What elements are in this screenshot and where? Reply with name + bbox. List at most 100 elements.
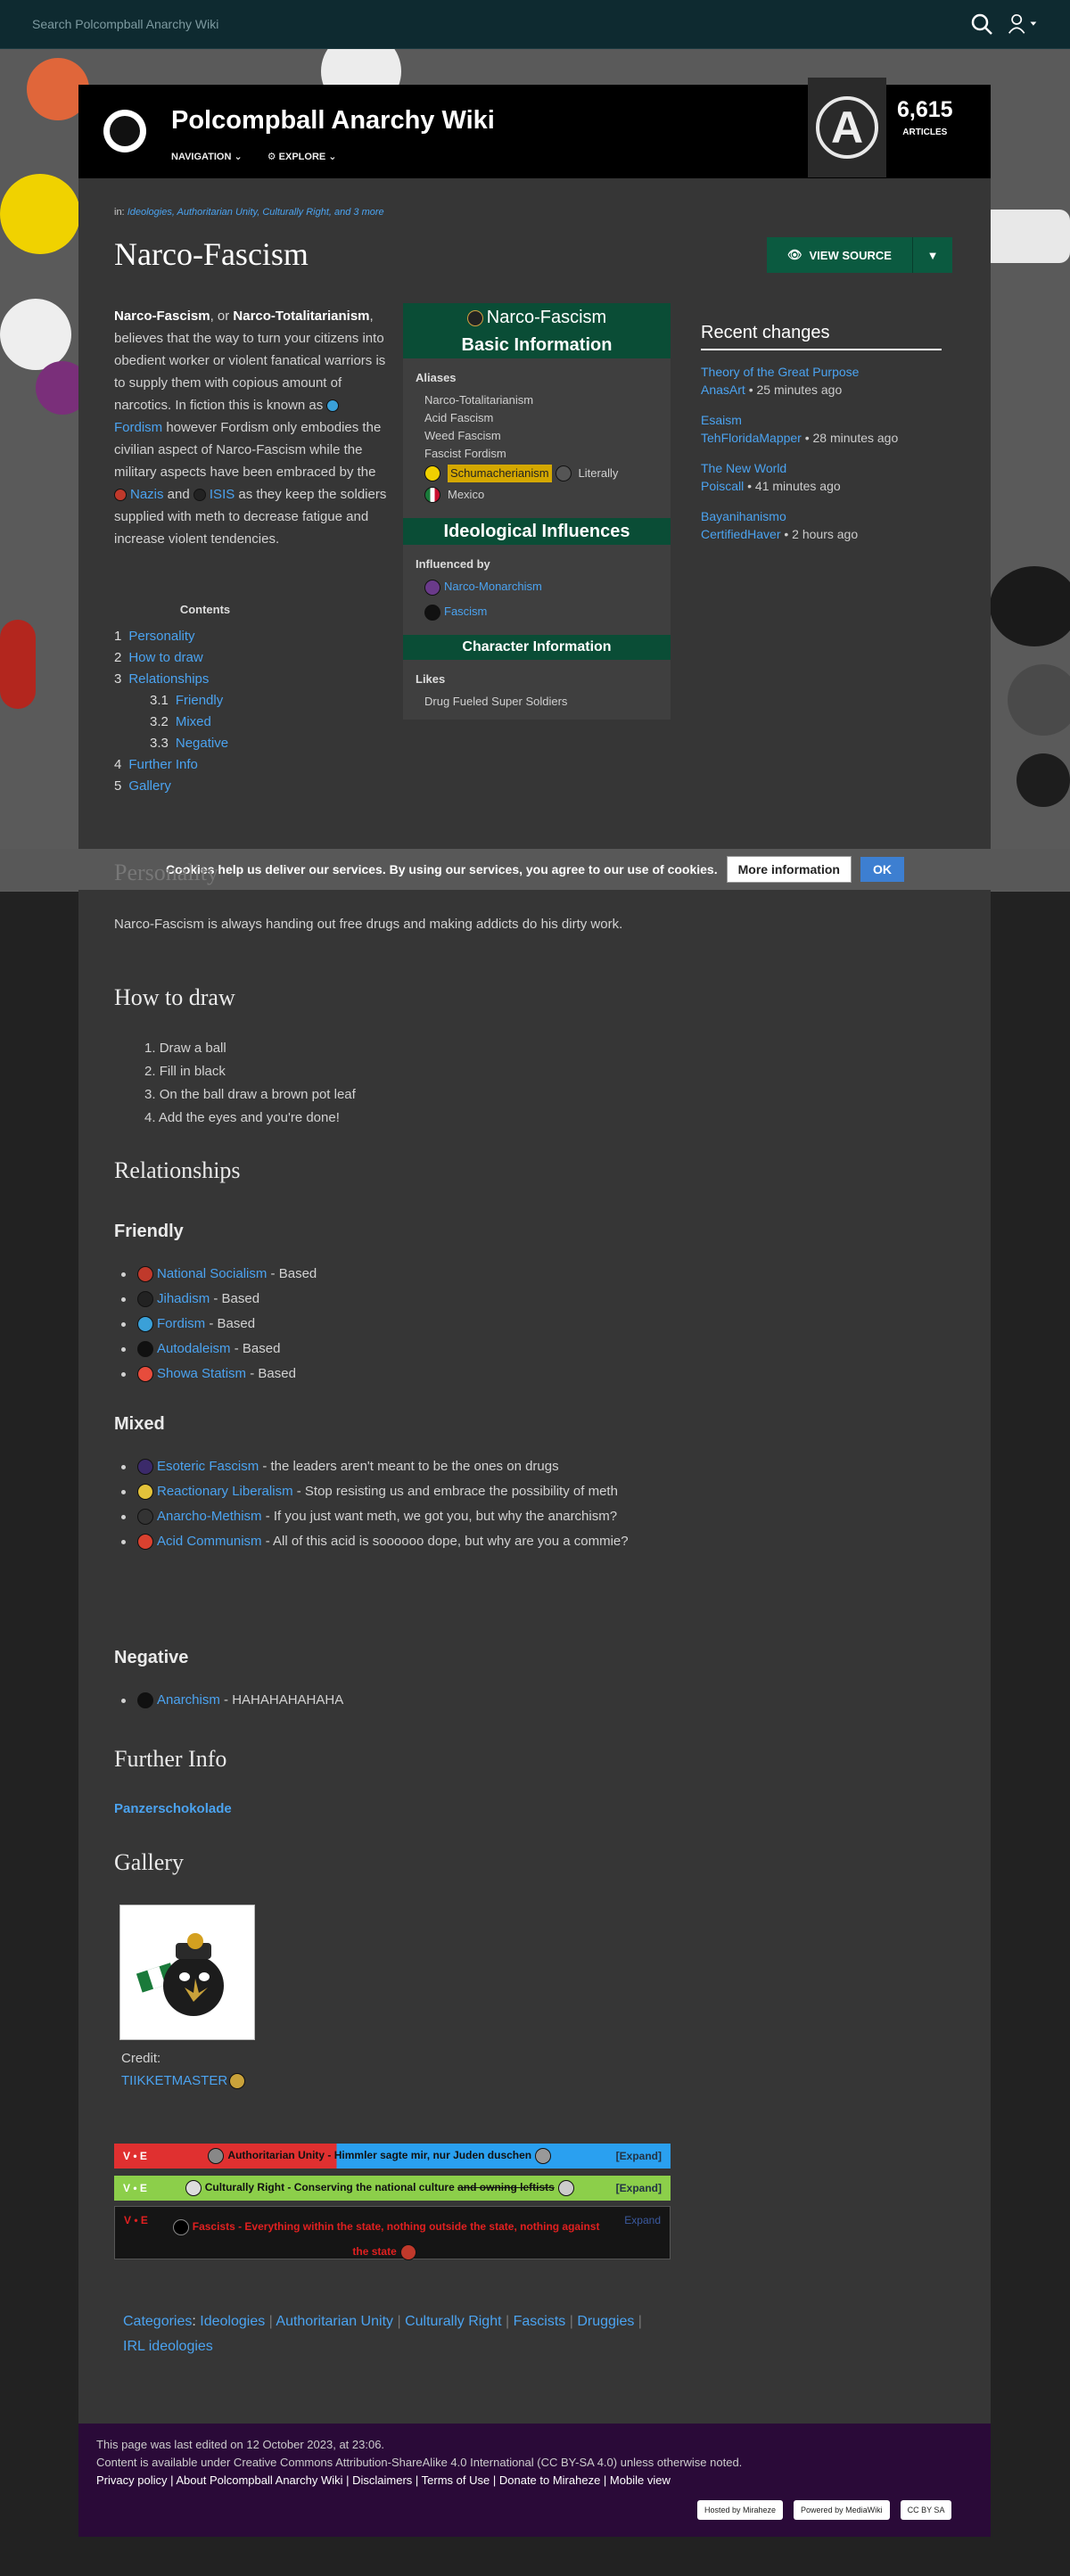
recent-page-link[interactable]: Bayanihanismo [701, 509, 786, 523]
personality-text: Narco-Fascism is always handing out free… [114, 917, 623, 932]
recent-page-link[interactable]: The New World [701, 461, 786, 475]
toc-link[interactable]: Mixed [176, 714, 211, 736]
footer-link[interactable]: Mobile view [610, 2473, 671, 2487]
footer-link[interactable]: Disclaimers [352, 2473, 412, 2487]
footer-link[interactable]: About Polcompball Anarchy Wiki [176, 2473, 342, 2487]
ideology-link[interactable]: National Socialism [157, 1266, 267, 1281]
intro-text: and [163, 487, 193, 502]
categories-label-link[interactable]: Categories [123, 2314, 192, 2329]
wiki-title[interactable]: Polcompball Anarchy Wiki [171, 106, 495, 136]
recent-user-link[interactable]: Poiscall [701, 479, 744, 493]
credit-user-link[interactable]: TIIKKETMASTER [121, 2073, 227, 2088]
toc-item[interactable]: 3.2 Mixed [114, 714, 292, 736]
bold-term: Narco-Fascism [114, 309, 210, 324]
category-link[interactable]: Culturally Right [405, 2314, 501, 2329]
category-link[interactable]: Druggies [577, 2314, 634, 2329]
aliases-label: Aliases [416, 371, 457, 384]
recent-page-link[interactable]: Theory of the Great Purpose [701, 365, 859, 379]
expand-button[interactable]: [Expand] [616, 2150, 662, 2162]
ideology-link[interactable]: Anarcho-Methism [157, 1509, 262, 1524]
toc-link[interactable]: How to draw [128, 650, 202, 671]
toc-item[interactable]: 2 How to draw [114, 650, 292, 671]
cc-license-badge[interactable]: CC BY SA [900, 2500, 952, 2520]
footer: This page was last edited on 12 October … [78, 2424, 991, 2537]
gallery-image[interactable] [119, 1905, 255, 2040]
influence-link[interactable]: Fascism [444, 605, 487, 618]
recent-user-link[interactable]: CertifiedHaver [701, 527, 780, 541]
ideology-link[interactable]: Reactionary Liberalism [157, 1484, 293, 1499]
toc-number: 3 [114, 671, 122, 687]
recent-user-link[interactable]: AnasArt [701, 383, 745, 397]
wiki-logo[interactable] [103, 110, 146, 152]
likes-label: Likes [416, 672, 446, 686]
further-info-link[interactable]: Panzerschokolade [114, 1798, 667, 1820]
ideology-ball-icon [137, 1341, 153, 1358]
toc-link[interactable]: Personality [128, 629, 194, 650]
influence-link[interactable]: Narco-Monarchism [444, 580, 542, 593]
ideology-link[interactable]: Showa Statism [157, 1366, 246, 1381]
toc-item[interactable]: 3.3 Negative [114, 736, 292, 757]
toc-item[interactable]: 5 Gallery [114, 778, 292, 800]
miraheze-badge[interactable]: Hosted by Miraheze [697, 2500, 784, 2520]
toc-link[interactable]: Friendly [176, 693, 223, 714]
vte-links[interactable]: V • E [123, 2182, 147, 2194]
infobox-character-info: Character Information [403, 635, 671, 660]
relationship-item: Esoteric Fascism - the leaders aren't me… [121, 1455, 663, 1478]
recent-page-link[interactable]: Esaism [701, 413, 742, 427]
more-information-button[interactable]: More information [726, 856, 852, 883]
search-input[interactable]: Search Polcompball Anarchy Wiki [32, 17, 956, 31]
footer-link[interactable]: Terms of Use [422, 2473, 490, 2487]
category-link[interactable]: Authoritarian Unity [276, 2314, 393, 2329]
ideology-link[interactable]: Fordism [157, 1316, 205, 1331]
top-bar: Search Polcompball Anarchy Wiki [0, 0, 1070, 49]
toc-link[interactable]: Relationships [128, 671, 209, 693]
toc-item[interactable]: 3 Relationships [114, 671, 292, 693]
footer-link[interactable]: Donate to Miraheze [499, 2473, 600, 2487]
more-actions-dropdown[interactable]: ▼ [913, 237, 952, 273]
view-source-button[interactable]: 👁 VIEW SOURCE ▼ [767, 237, 952, 273]
aliases-list: Narco-Totalitarianism Acid Fascism Weed … [424, 393, 619, 503]
ideology-link[interactable]: Esoteric Fascism [157, 1459, 259, 1474]
explore-menu[interactable]: ⚙ EXPLORE ⌄ [268, 151, 337, 162]
ideology-link[interactable]: Nazis [130, 487, 164, 502]
page-categories: in: Ideologies, Authoritarian Unity, Cul… [114, 207, 384, 218]
toc-item[interactable]: 4 Further Info [114, 757, 292, 778]
ideology-link[interactable]: Acid Communism [157, 1534, 262, 1549]
toc-link[interactable]: Further Info [128, 757, 198, 778]
category-link[interactable]: IRL ideologies [123, 2339, 213, 2354]
toc-link[interactable]: Gallery [128, 778, 171, 800]
vte-links[interactable]: V • E [124, 2214, 148, 2226]
search-icon[interactable] [967, 9, 997, 39]
last-edited: This page was last edited on 12 October … [96, 2438, 385, 2451]
footer-link[interactable]: Privacy policy [96, 2473, 167, 2487]
infobox-influences: Ideological Influences [403, 518, 671, 545]
category-link[interactable]: Fascists [514, 2314, 566, 2329]
wiki-header: Polcompball Anarchy Wiki NAVIGATION ⌄ ⚙ … [78, 78, 991, 178]
toc-number: 3.3 [150, 736, 169, 751]
ideology-ball-icon [137, 1534, 153, 1551]
categories-link[interactable]: Ideologies, Authoritarian Unity, Cultura… [128, 207, 384, 218]
ideology-ball-icon [137, 1291, 153, 1308]
ideology-ball-icon [137, 1509, 153, 1526]
ok-button[interactable]: OK [860, 857, 904, 882]
ideology-link[interactable]: Autodaleism [157, 1341, 231, 1356]
page-title: Narco-Fascism [114, 236, 309, 272]
ideology-ball-icon [137, 1266, 153, 1283]
navigation-menu[interactable]: NAVIGATION ⌄ [171, 151, 243, 162]
infobox-title: Narco-Fascism [403, 303, 671, 332]
toc-item[interactable]: 1 Personality [114, 629, 292, 650]
expand-button[interactable]: Expand [624, 2214, 661, 2226]
recent-user-link[interactable]: TehFloridaMapper [701, 431, 802, 445]
toc-item[interactable]: 3.1 Friendly [114, 693, 292, 714]
expand-button[interactable]: [Expand] [616, 2182, 662, 2194]
navbox-fascists: V • E Fascists - Everything within the s… [114, 2206, 671, 2260]
ideology-link[interactable]: ISIS [210, 487, 235, 502]
ideology-link[interactable]: Anarchism [157, 1692, 220, 1708]
user-menu-icon[interactable] [1008, 9, 1038, 39]
vte-links[interactable]: V • E [123, 2150, 147, 2162]
toc-link[interactable]: Negative [176, 736, 228, 757]
category-link[interactable]: Ideologies [200, 2314, 265, 2329]
ideology-link[interactable]: Fordism [114, 420, 162, 435]
mediawiki-badge[interactable]: Powered by MediaWiki [794, 2500, 890, 2520]
ideology-link[interactable]: Jihadism [157, 1291, 210, 1306]
